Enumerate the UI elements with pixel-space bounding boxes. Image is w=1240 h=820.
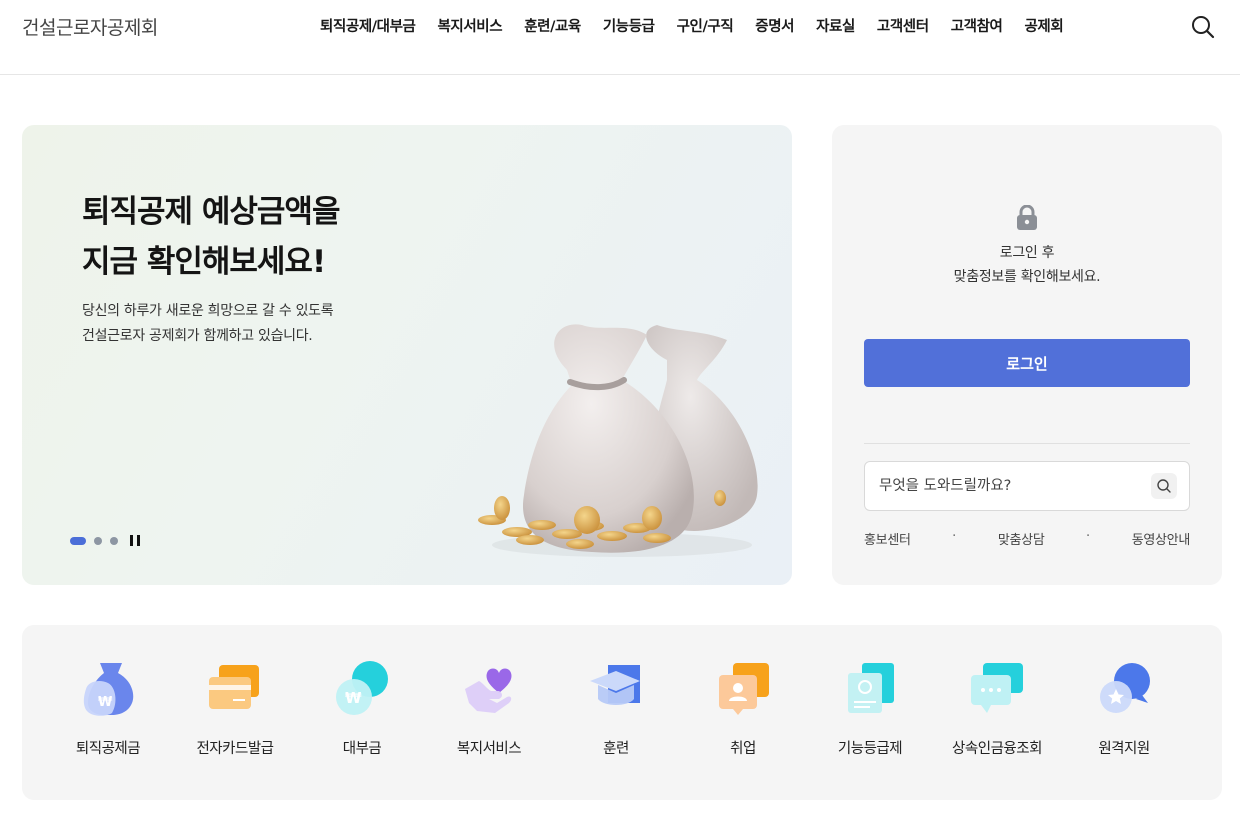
service-e-card[interactable]: 전자카드발급 <box>175 659 295 758</box>
hero-banner[interactable]: 퇴직공제 예상금액을 지금 확인해보세요! 당신의 하루가 새로운 희망으로 갈… <box>22 125 792 585</box>
nav-item-welfare[interactable]: 복지서비스 <box>437 15 502 36</box>
search-icon[interactable] <box>1151 473 1177 499</box>
chat-dots-icon <box>971 663 1023 713</box>
link-pr-center[interactable]: 홍보센터 <box>864 529 911 548</box>
nav-item-resources[interactable]: 자료실 <box>816 15 855 36</box>
service-remote-support[interactable]: 원격지원 <box>1064 659 1184 758</box>
hero-title: 퇴직공제 예상금액을 지금 확인해보세요! <box>82 194 340 280</box>
login-message: 로그인 후 맞춤정보를 확인해보세요. <box>953 245 1101 285</box>
search-icon[interactable] <box>1190 14 1216 40</box>
service-training[interactable]: 훈련 <box>556 659 676 758</box>
help-search-input[interactable] <box>879 462 1139 510</box>
graduation-cap-icon <box>590 665 640 705</box>
loan-coin-icon: ₩ <box>336 661 388 715</box>
quick-links: 홍보센터 · 맞춤상담 · 동영상안내 <box>864 529 1190 548</box>
service-loan[interactable]: ₩ 대부금 <box>302 659 422 758</box>
nav-item-about[interactable]: 공제회 <box>1024 15 1063 36</box>
nav-item-skill-grade[interactable]: 기능등급 <box>603 15 655 36</box>
link-consultation[interactable]: 맞춤상담 <box>998 529 1045 548</box>
money-bag-icon: ₩ <box>83 663 134 716</box>
nav-item-training[interactable]: 훈련/교육 <box>524 15 581 36</box>
separator-dot: · <box>1086 529 1091 544</box>
nav-item-participation[interactable]: 고객참여 <box>951 15 1003 36</box>
card-icon <box>209 665 259 709</box>
heart-hand-icon <box>465 668 512 713</box>
site-logo[interactable]: 건설근로자공제회 <box>22 13 158 40</box>
carousel-dot-1[interactable] <box>70 536 86 545</box>
star-chat-icon <box>1100 663 1150 713</box>
help-search-box <box>864 461 1190 511</box>
carousel-indicator <box>70 535 140 546</box>
pause-icon[interactable] <box>130 535 140 546</box>
hero-subtitle: 당신의 하루가 새로운 희망으로 갈 수 있도록 건설근로자 공제회가 함께하고… <box>82 303 334 344</box>
certificate-icon <box>848 663 894 713</box>
carousel-dot-3[interactable] <box>110 536 118 545</box>
service-skill-grade[interactable]: 기능등급제 <box>810 659 930 758</box>
nav-item-jobs[interactable]: 구인/구직 <box>677 15 734 36</box>
svg-text:₩: ₩ <box>98 695 113 710</box>
lock-icon <box>1017 205 1037 230</box>
nav-item-customer-center[interactable]: 고객센터 <box>877 15 929 36</box>
main-nav: 퇴직공제/대부금 복지서비스 훈련/교육 기능등급 구인/구직 증명서 자료실 … <box>320 15 1085 36</box>
nav-item-certificate[interactable]: 증명서 <box>755 15 794 36</box>
separator-dot: · <box>952 529 957 544</box>
service-heir-finance-inquiry[interactable]: 상속인금융조회 <box>937 659 1057 758</box>
money-bags-illustration <box>478 324 758 557</box>
link-video-guide[interactable]: 동영상안내 <box>1132 529 1191 548</box>
divider <box>864 443 1190 444</box>
id-badge-icon <box>719 663 769 715</box>
svg-text:₩: ₩ <box>345 689 362 707</box>
service-menu: ₩ 퇴직공제금 전자카드발급 ₩ 대부금 복지서비스 훈련 취업 기능등급제 상… <box>22 625 1222 800</box>
nav-item-retirement[interactable]: 퇴직공제/대부금 <box>320 15 416 36</box>
login-button[interactable]: 로그인 <box>864 339 1190 387</box>
service-employment[interactable]: 취업 <box>683 659 803 758</box>
service-welfare[interactable]: 복지서비스 <box>429 659 549 758</box>
login-card: 로그인 후 맞춤정보를 확인해보세요. 로그인 홍보센터 · 맞춤상담 · 동영… <box>832 125 1222 585</box>
carousel-dot-2[interactable] <box>94 536 102 545</box>
site-header: 건설근로자공제회 퇴직공제/대부금 복지서비스 훈련/교육 기능등급 구인/구직… <box>0 0 1240 75</box>
service-retirement-benefit[interactable]: ₩ 퇴직공제금 <box>48 659 168 758</box>
